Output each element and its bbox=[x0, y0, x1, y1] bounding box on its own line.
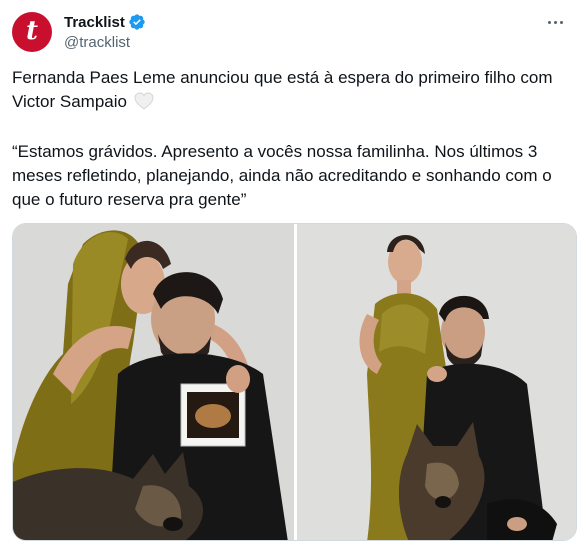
handle[interactable]: @tracklist bbox=[64, 34, 130, 51]
more-dot bbox=[559, 20, 563, 24]
avatar-letter: t bbox=[25, 16, 38, 46]
photo-1[interactable] bbox=[13, 224, 294, 540]
tweet-paragraph-2: “Estamos grávidos. Apresento a vocês nos… bbox=[12, 142, 552, 209]
display-name[interactable]: Tracklist bbox=[64, 14, 125, 31]
media-grid bbox=[12, 223, 577, 541]
tweet-paragraph-1: Fernanda Paes Leme anunciou que está à e… bbox=[12, 66, 574, 114]
more-options-icon[interactable] bbox=[543, 12, 567, 32]
photo-couple-ultrasound bbox=[13, 224, 294, 540]
more-dot bbox=[547, 20, 551, 24]
avatar[interactable]: t bbox=[12, 12, 52, 52]
more-dot bbox=[553, 20, 557, 24]
photo-couple-dog-standing bbox=[297, 224, 576, 540]
photo-2[interactable] bbox=[297, 224, 576, 540]
author-name-row: Tracklist bbox=[64, 13, 146, 31]
verified-badge-icon[interactable] bbox=[128, 13, 146, 31]
tweet-paragraph-1-text: Fernanda Paes Leme anunciou que está à e… bbox=[12, 68, 553, 111]
tweet-card[interactable]: t Tracklist @tracklist Fernanda Paes Lem… bbox=[0, 0, 581, 551]
white-heart-icon bbox=[134, 92, 154, 110]
